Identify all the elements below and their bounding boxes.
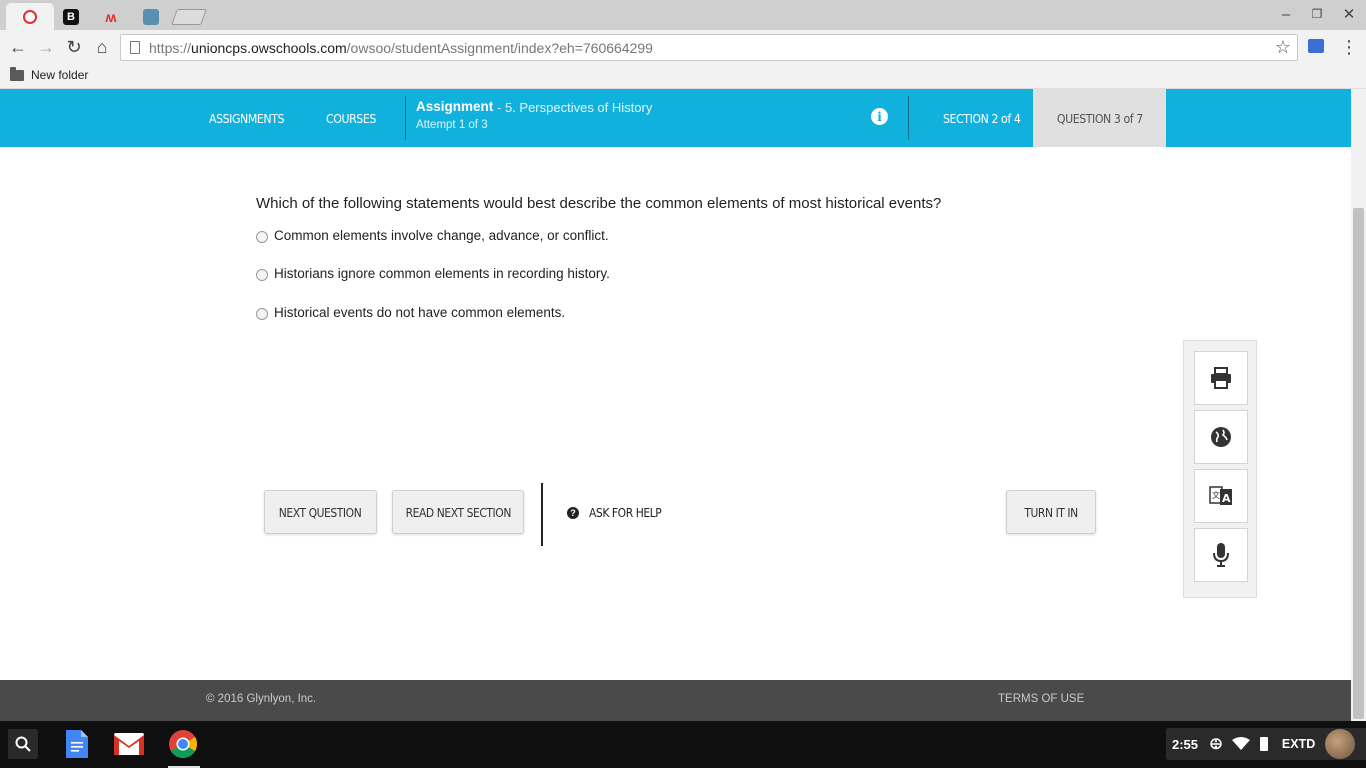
google-docs-icon — [66, 730, 88, 758]
question-indicator[interactable]: QUESTION 3 of 7 — [1033, 89, 1166, 147]
page-footer: © 2016 Glynlyon, Inc. TERMS OF USE — [0, 680, 1351, 721]
chrome-icon — [169, 730, 197, 758]
turn-it-in-button[interactable]: TURN IT IN — [1006, 490, 1096, 534]
assignment-header: ASSIGNMENTS COURSES Assignment - 5. Pers… — [0, 89, 1351, 147]
new-tab-button[interactable] — [171, 3, 207, 30]
gmail-icon — [114, 733, 144, 755]
read-aloud-button[interactable] — [1194, 528, 1248, 582]
translate-button[interactable]: A 文 — [1194, 469, 1248, 523]
url-prefix: https:// — [149, 39, 192, 56]
clock: 2:55 — [1172, 736, 1199, 752]
launcher-button[interactable] — [8, 729, 38, 759]
browser-tab-2[interactable]: B — [56, 3, 86, 30]
answer-option[interactable]: Historians ignore common elements in rec… — [256, 266, 610, 281]
read-next-section-button[interactable]: READ NEXT SECTION — [392, 490, 524, 534]
header-divider — [908, 96, 909, 140]
app-favicon-icon — [143, 8, 159, 25]
answer-option-label: Historians ignore common elements in rec… — [274, 266, 610, 281]
attempt-count: Attempt 1 of 3 — [416, 119, 488, 131]
bookmark-folder-label: New folder — [31, 68, 89, 82]
os-shelf — [0, 721, 1366, 768]
copyright: © 2016 Glynlyon, Inc. — [206, 693, 317, 705]
url-path: /owsoo/studentAssignment/index?eh=760664… — [346, 39, 653, 56]
translate-icon: A 文 — [1209, 486, 1232, 505]
address-bar[interactable]: https://unioncps.owschools.com/owsoo/stu… — [120, 34, 1298, 61]
user-avatar — [1325, 729, 1356, 759]
answer-option[interactable]: Common elements involve change, advance,… — [256, 228, 609, 243]
scrollbar-thumb[interactable] — [1353, 208, 1364, 719]
menu-dots-icon[interactable]: ⋮ — [1338, 36, 1360, 58]
back-arrow-icon[interactable]: ← — [7, 36, 29, 58]
radio-button[interactable] — [256, 231, 268, 243]
read-next-section-label: READ NEXT SECTION — [405, 504, 511, 520]
svg-text:文: 文 — [1212, 490, 1220, 500]
bookmarks-bar: New folder — [0, 65, 1366, 89]
url-host: unioncps.owschools.com — [191, 39, 347, 56]
docs-app[interactable] — [62, 729, 92, 759]
ask-for-help-link[interactable]: ? ASK FOR HELP — [567, 505, 673, 520]
reload-icon[interactable]: ↻ — [63, 36, 85, 58]
bookmark-star-icon[interactable]: ☆ — [1275, 37, 1291, 58]
wifi-icon — [1231, 737, 1250, 750]
globe-button[interactable] — [1194, 410, 1248, 464]
section-indicator[interactable]: SECTION 2 of 4 — [943, 89, 1021, 147]
next-question-label: NEXT QUESTION — [279, 504, 362, 520]
svg-text:A: A — [1222, 492, 1231, 505]
restore-icon[interactable]: ❐ — [1307, 4, 1327, 24]
browser-tab-strip: B ʍ – ❐ ✕ — [0, 0, 1366, 30]
extension-icon[interactable] — [1308, 39, 1324, 53]
answer-option[interactable]: Historical events do not have common ele… — [256, 305, 565, 320]
terms-of-use-link[interactable]: TERMS OF USE — [998, 693, 1084, 705]
battery-icon — [1259, 737, 1268, 751]
page-icon — [130, 41, 140, 54]
close-window-icon[interactable]: ✕ — [1339, 4, 1359, 24]
chrome-app[interactable] — [168, 729, 198, 759]
input-method: EXTD — [1281, 737, 1316, 751]
answer-option-label: Common elements involve change, advance,… — [274, 228, 609, 243]
question-prompt: Which of the following statements would … — [256, 195, 942, 212]
assignment-label: Assignment — [416, 99, 494, 114]
next-question-button[interactable]: NEXT QUESTION — [264, 490, 377, 534]
radio-button[interactable] — [256, 308, 268, 320]
globe-icon — [1211, 427, 1231, 447]
info-icon[interactable]: i — [871, 108, 888, 125]
assignment-name: - 5. Perspectives of History — [497, 100, 653, 115]
notifications-off-icon: ⨸ — [1210, 735, 1222, 753]
question-mark-icon: ? — [567, 506, 579, 519]
tool-panel: A 文 — [1183, 340, 1257, 598]
owschools-favicon-icon — [23, 9, 37, 24]
ask-for-help-label: ASK FOR HELP — [589, 505, 662, 520]
nav-assignments[interactable]: ASSIGNMENTS — [209, 89, 284, 147]
status-tray[interactable]: 2:55 ⨸ EXTD — [1166, 728, 1366, 760]
turn-it-in-label: TURN IT IN — [1024, 504, 1078, 520]
search-icon — [15, 736, 31, 752]
microphone-icon — [1213, 543, 1229, 567]
browser-toolbar: ← → ↻ ⌂ https://unioncps.owschools.com/o… — [0, 30, 1366, 65]
home-icon[interactable]: ⌂ — [91, 36, 113, 58]
answer-option-label: Historical events do not have common ele… — [274, 305, 566, 320]
gmail-app[interactable] — [114, 729, 144, 759]
browser-tab-active[interactable] — [6, 3, 54, 30]
b-app-favicon-icon: B — [63, 8, 79, 25]
header-divider — [405, 96, 406, 140]
print-button[interactable] — [1194, 351, 1248, 405]
button-divider — [541, 483, 543, 546]
new-tab-icon — [171, 8, 207, 25]
printer-icon — [1211, 367, 1231, 389]
forward-arrow-icon[interactable]: → — [35, 36, 57, 58]
browser-tab-3[interactable]: ʍ — [96, 3, 126, 30]
browser-tab-4[interactable] — [136, 3, 166, 30]
nav-courses[interactable]: COURSES — [326, 89, 376, 147]
question-indicator-label: QUESTION 3 of 7 — [1056, 110, 1143, 126]
bookmark-folder[interactable]: New folder — [10, 66, 89, 82]
folder-icon — [10, 66, 24, 81]
minimize-icon[interactable]: – — [1276, 4, 1296, 24]
red-logo-favicon-icon: ʍ — [105, 8, 117, 25]
radio-button[interactable] — [256, 269, 268, 281]
